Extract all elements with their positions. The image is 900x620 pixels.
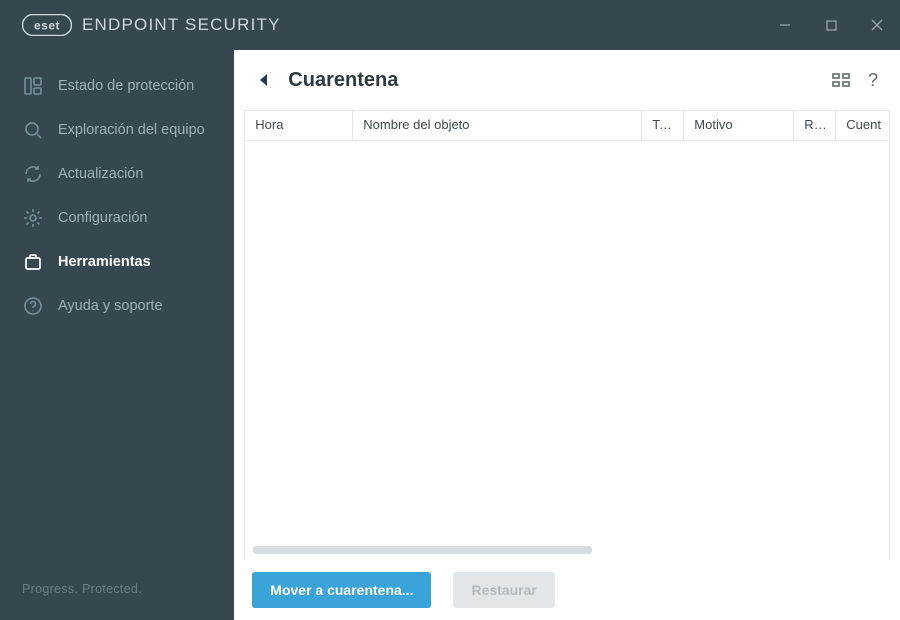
chevron-left-icon <box>258 73 270 87</box>
column-header-user[interactable]: Cuent <box>836 111 889 140</box>
sidebar-item-protection-status[interactable]: Estado de protección <box>0 64 234 108</box>
sidebar-item-label: Actualización <box>58 166 143 182</box>
sidebar-item-label: Estado de protección <box>58 78 194 94</box>
sidebar-item-tools[interactable]: Herramientas <box>0 240 234 284</box>
update-icon <box>22 164 44 184</box>
horizontal-scrollbar-thumb[interactable] <box>253 546 592 554</box>
sidebar-item-label: Configuración <box>58 210 147 226</box>
tools-icon <box>22 252 44 272</box>
table-body-empty <box>245 141 889 560</box>
brand-logo-text: eset <box>34 19 60 33</box>
sidebar-item-help[interactable]: Ayuda y soporte <box>0 284 234 328</box>
minimize-button[interactable] <box>762 0 808 50</box>
close-icon <box>871 19 883 31</box>
column-header-object-name[interactable]: Nombre del objeto <box>353 111 642 140</box>
sidebar-item-label: Ayuda y soporte <box>58 298 163 314</box>
column-header-time[interactable]: Hora <box>245 111 353 140</box>
maximize-icon <box>826 20 837 31</box>
brand-product-name: ENDPOINT SECURITY <box>82 15 281 35</box>
column-header-size[interactable]: Tam... <box>642 111 684 140</box>
title-bar: eset ENDPOINT SECURITY <box>0 0 900 50</box>
view-options-icon <box>832 73 850 87</box>
page-header: Cuarentena ? <box>234 50 900 110</box>
sidebar: Estado de protección Exploración del equ… <box>0 50 234 620</box>
minimize-icon <box>779 19 791 31</box>
maximize-button[interactable] <box>808 0 854 50</box>
dashboard-icon <box>22 76 44 96</box>
sidebar-footer-tagline: Progress. Protected. <box>0 582 234 620</box>
main-content: Cuarentena ? Hora Nombre del objeto Tam.… <box>234 50 900 620</box>
help-icon <box>22 296 44 316</box>
restore-button[interactable]: Restaurar <box>453 572 554 608</box>
column-header-reason[interactable]: Motivo <box>684 111 794 140</box>
settings-icon <box>22 208 44 228</box>
back-button[interactable] <box>250 66 278 94</box>
column-header-count[interactable]: Rec... <box>794 111 836 140</box>
table-header-row: Hora Nombre del objeto Tam... Motivo Rec… <box>245 111 889 141</box>
brand-logo: eset <box>22 14 72 36</box>
move-to-quarantine-button[interactable]: Mover a cuarentena... <box>252 572 431 608</box>
quarantine-table: Hora Nombre del objeto Tam... Motivo Rec… <box>244 110 890 560</box>
horizontal-scrollbar[interactable] <box>253 546 881 554</box>
sidebar-item-setup[interactable]: Configuración <box>0 196 234 240</box>
close-button[interactable] <box>854 0 900 50</box>
window-controls <box>762 0 900 50</box>
help-button[interactable]: ? <box>868 70 878 91</box>
sidebar-item-label: Herramientas <box>58 254 151 270</box>
scan-icon <box>22 120 44 140</box>
sidebar-item-update[interactable]: Actualización <box>0 152 234 196</box>
sidebar-item-computer-scan[interactable]: Exploración del equipo <box>0 108 234 152</box>
question-mark-icon: ? <box>868 70 878 91</box>
page-title: Cuarentena <box>288 69 398 92</box>
action-bar: Mover a cuarentena... Restaurar <box>234 560 900 620</box>
sidebar-item-label: Exploración del equipo <box>58 122 205 138</box>
view-options-button[interactable] <box>832 73 850 87</box>
